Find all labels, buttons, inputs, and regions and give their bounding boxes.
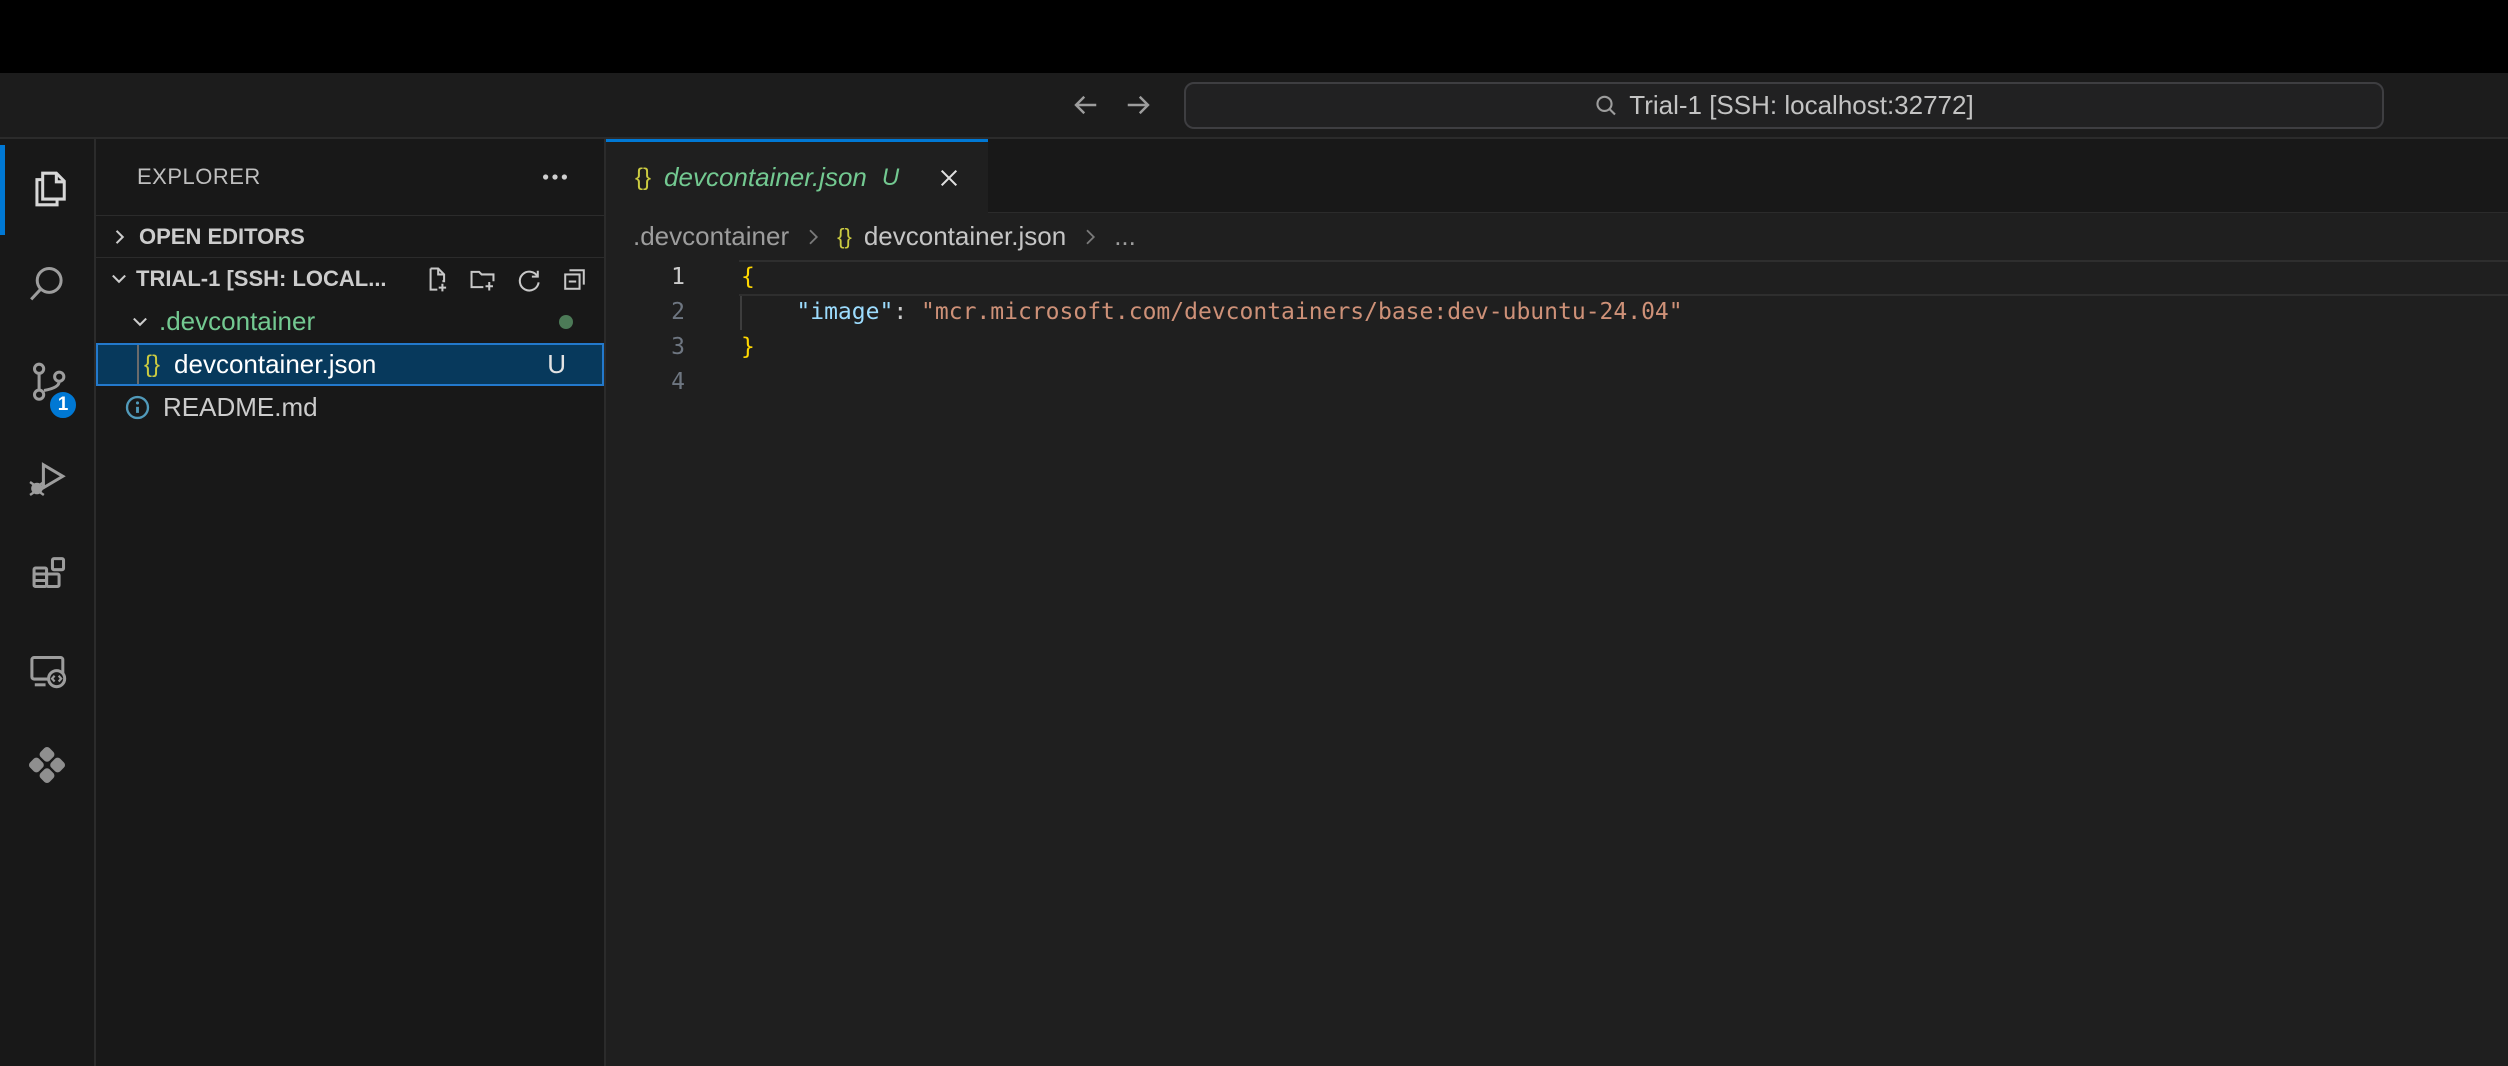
new-file-icon[interactable] (423, 266, 450, 293)
collapse-all-icon[interactable] (561, 266, 588, 293)
search-icon (24, 262, 70, 308)
tree-item-devcontainer-folder[interactable]: .devcontainer (96, 300, 604, 343)
git-untracked-badge: U (547, 349, 566, 380)
code-line-3[interactable]: 3 } (606, 330, 2508, 365)
active-indicator (0, 145, 5, 235)
chevron-right-icon (109, 226, 131, 248)
open-editors-header[interactable]: OPEN EDITORS (96, 215, 604, 257)
code-line-2[interactable]: 2 "image": "mcr.microsoft.com/devcontain… (606, 295, 2508, 330)
close-icon[interactable] (936, 165, 962, 191)
title-bar: Trial-1 [SSH: localhost:32772] (0, 73, 2508, 139)
json-file-icon: {} (144, 351, 160, 379)
open-editors-label: OPEN EDITORS (139, 224, 305, 250)
extensions-icon (24, 550, 70, 596)
git-modified-dot (559, 315, 573, 329)
workspace-label: TRIAL-1 [SSH: LOCAL... (136, 266, 387, 292)
json-file-icon: {} (837, 224, 852, 250)
explorer-sidebar: EXPLORER OPEN EDITORS TRIAL-1 [SSH: LOCA… (96, 139, 606, 1066)
code-token: "image" (796, 299, 893, 325)
line-number[interactable]: 4 (606, 365, 685, 400)
tab-label: devcontainer.json (664, 162, 867, 193)
chevron-down-icon (108, 268, 130, 290)
remote-explorer-icon (24, 646, 70, 692)
files-icon (24, 166, 70, 212)
nav-forward-button[interactable] (1122, 88, 1156, 122)
command-center-search[interactable]: Trial-1 [SSH: localhost:32772] (1184, 82, 2384, 129)
activity-bar: 1 (0, 139, 96, 1066)
json-file-icon: {} (635, 164, 651, 192)
containers-icon (23, 741, 71, 789)
indent-guide (137, 345, 139, 384)
nav-back-button[interactable] (1068, 88, 1102, 122)
folder-label: .devcontainer (159, 306, 315, 337)
breadcrumb-symbol[interactable]: ... (1114, 221, 1136, 252)
code-token: { (741, 264, 755, 290)
activity-run-debug[interactable] (0, 429, 94, 525)
info-icon (124, 394, 151, 421)
activity-search[interactable] (0, 237, 94, 333)
file-label: README.md (163, 392, 318, 423)
activity-containers[interactable] (0, 717, 94, 813)
tab-devcontainer-json[interactable]: {} devcontainer.json U (606, 139, 988, 213)
command-center-label: Trial-1 [SSH: localhost:32772] (1629, 90, 1973, 121)
chevron-down-icon (129, 311, 151, 333)
top-black-strip (0, 0, 2508, 73)
vscode-window: Trial-1 [SSH: localhost:32772] (0, 0, 2508, 1066)
arrow-right-icon (1124, 90, 1154, 120)
activity-explorer[interactable] (0, 141, 94, 237)
activity-source-control[interactable]: 1 (0, 333, 94, 429)
code-token: "mcr.microsoft.com/devcontainers/base:de… (921, 299, 1683, 325)
source-control-badge: 1 (47, 389, 79, 421)
line-number[interactable]: 1 (606, 260, 685, 295)
workspace-header[interactable]: TRIAL-1 [SSH: LOCAL... (96, 257, 604, 300)
tab-bar: {} devcontainer.json U (606, 139, 2508, 213)
breadcrumb: .devcontainer {} devcontainer.json ... (606, 213, 2508, 260)
more-actions-button[interactable] (540, 162, 570, 192)
code-line-4[interactable]: 4 (606, 365, 2508, 400)
line-number[interactable]: 2 (606, 295, 685, 330)
code-token: } (741, 334, 755, 360)
search-icon (1594, 94, 1618, 118)
breadcrumb-file[interactable]: devcontainer.json (864, 221, 1066, 252)
tree-item-readme[interactable]: README.md (96, 386, 604, 429)
line-number[interactable]: 3 (606, 330, 685, 365)
refresh-icon[interactable] (515, 266, 542, 293)
code-token: : (893, 299, 921, 325)
activity-extensions[interactable] (0, 525, 94, 621)
code-area[interactable]: 1 { 2 "image": "mcr.microsoft.com/devcon… (606, 260, 2508, 1066)
code-line-1[interactable]: 1 { (606, 260, 2508, 295)
sidebar-title: EXPLORER (137, 164, 261, 190)
tab-git-badge: U (882, 164, 899, 192)
activity-remote-explorer[interactable] (0, 621, 94, 717)
breadcrumb-folder[interactable]: .devcontainer (633, 221, 789, 252)
debug-icon (24, 454, 70, 500)
arrow-left-icon (1070, 90, 1100, 120)
code-token (741, 299, 796, 325)
editor-group: {} devcontainer.json U .devcontainer {} … (606, 139, 2508, 1066)
new-folder-icon[interactable] (469, 266, 496, 293)
tree-item-devcontainer-json[interactable]: {} devcontainer.json U (96, 343, 604, 386)
chevron-right-icon (1078, 225, 1102, 249)
file-label: devcontainer.json (174, 349, 376, 380)
chevron-right-icon (801, 225, 825, 249)
